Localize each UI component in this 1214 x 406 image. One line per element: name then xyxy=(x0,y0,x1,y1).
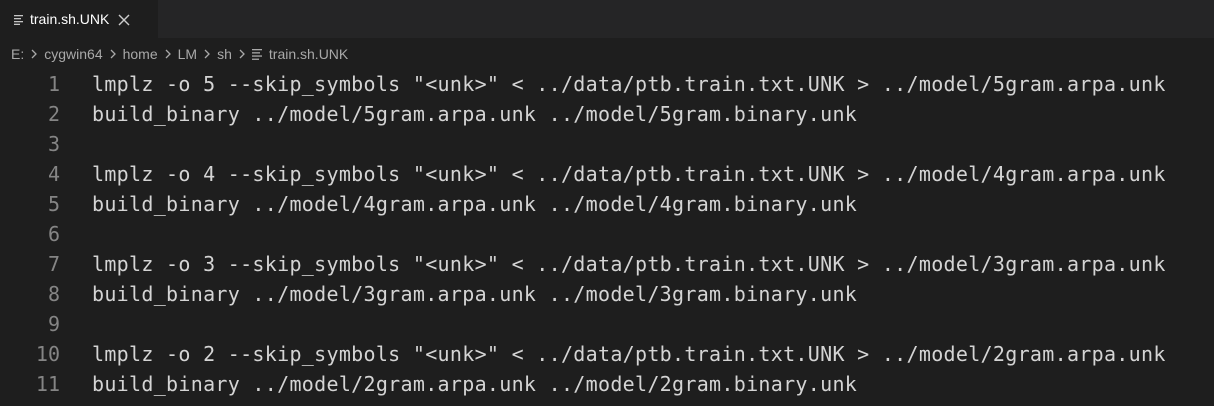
line-number: 7 xyxy=(47,252,60,276)
close-icon[interactable] xyxy=(117,13,131,27)
line-text[interactable]: lmplz -o 2 --skip_symbols "<unk>" < ../d… xyxy=(92,342,1166,366)
code-line[interactable]: 9 xyxy=(0,309,1214,339)
breadcrumb-item-file[interactable]: train.sh.UNK xyxy=(269,46,348,62)
chevron-right-icon xyxy=(165,49,171,58)
file-lines-icon xyxy=(251,49,262,60)
line-number: 1 xyxy=(47,72,60,96)
breadcrumb-item-lm[interactable]: LM xyxy=(178,46,197,62)
breadcrumb: E: cygwin64 home LM sh train.sh.UNK xyxy=(0,38,1214,69)
code-line[interactable]: 5 build_binary ../model/4gram.arpa.unk .… xyxy=(0,189,1214,219)
code-line[interactable]: 6 xyxy=(0,219,1214,249)
line-number: 3 xyxy=(47,132,60,156)
breadcrumb-item-cygwin64[interactable]: cygwin64 xyxy=(44,46,102,62)
line-text[interactable]: lmplz -o 5 --skip_symbols "<unk>" < ../d… xyxy=(92,72,1166,96)
line-number: 5 xyxy=(47,192,60,216)
tab-title: train.sh.UNK xyxy=(30,11,110,27)
line-number: 9 xyxy=(47,312,60,336)
line-number: 8 xyxy=(47,282,60,306)
editor-window: train.sh.UNK E: cygwin64 home LM sh trai… xyxy=(0,0,1214,406)
line-text[interactable]: build_binary ../model/5gram.arpa.unk ../… xyxy=(92,102,857,126)
line-number: 10 xyxy=(35,342,60,366)
code-line[interactable]: 3 xyxy=(0,129,1214,159)
code-line[interactable]: 7 lmplz -o 3 --skip_symbols "<unk>" < ..… xyxy=(0,249,1214,279)
code-area[interactable]: 1 lmplz -o 5 --skip_symbols "<unk>" < ..… xyxy=(0,69,1214,399)
line-text[interactable]: lmplz -o 3 --skip_symbols "<unk>" < ../d… xyxy=(92,252,1166,276)
chevron-right-icon xyxy=(239,49,245,58)
line-number: 6 xyxy=(47,222,60,246)
breadcrumb-item-sh[interactable]: sh xyxy=(217,46,232,62)
line-text[interactable]: lmplz -o 4 --skip_symbols "<unk>" < ../d… xyxy=(92,162,1166,186)
chevron-right-icon xyxy=(204,49,211,58)
code-line[interactable]: 8 build_binary ../model/3gram.arpa.unk .… xyxy=(0,279,1214,309)
file-lines-icon xyxy=(14,15,23,25)
code-line[interactable]: 4 lmplz -o 4 --skip_symbols "<unk>" < ..… xyxy=(0,159,1214,189)
code-line[interactable]: 2 build_binary ../model/5gram.arpa.unk .… xyxy=(0,99,1214,129)
line-text[interactable]: build_binary ../model/3gram.arpa.unk ../… xyxy=(92,282,857,306)
code-line[interactable]: 11 build_binary ../model/2gram.arpa.unk … xyxy=(0,369,1214,399)
line-text[interactable]: build_binary ../model/4gram.arpa.unk ../… xyxy=(92,192,857,216)
line-number: 2 xyxy=(47,102,60,126)
code-line[interactable]: 10 lmplz -o 2 --skip_symbols "<unk>" < .… xyxy=(0,339,1214,369)
chevron-right-icon xyxy=(31,49,38,58)
breadcrumb-item-drive[interactable]: E: xyxy=(11,46,24,62)
code-line[interactable]: 1 lmplz -o 5 --skip_symbols "<unk>" < ..… xyxy=(0,69,1214,99)
tab-train-sh-unk[interactable]: train.sh.UNK xyxy=(0,0,158,38)
line-number: 11 xyxy=(35,372,60,396)
breadcrumb-item-home[interactable]: home xyxy=(123,46,158,62)
line-number: 4 xyxy=(47,162,60,186)
tab-bar: train.sh.UNK xyxy=(0,0,1214,38)
chevron-right-icon xyxy=(110,49,116,58)
line-text[interactable]: build_binary ../model/2gram.arpa.unk ../… xyxy=(92,372,857,396)
